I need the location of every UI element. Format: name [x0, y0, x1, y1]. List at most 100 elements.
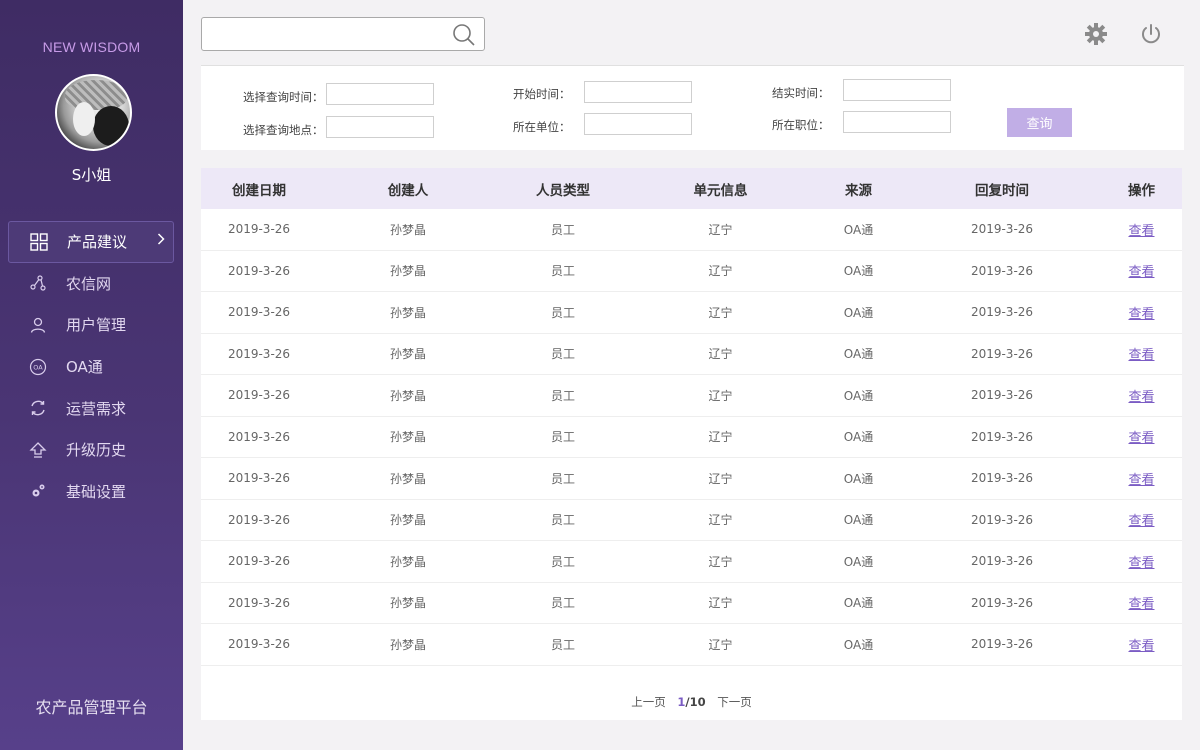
search-input[interactable] — [210, 18, 450, 50]
sidebar-item-operations[interactable]: 运营需求 — [8, 387, 174, 429]
brand-logo-text: NEW WISDOM — [42, 39, 141, 55]
created-date-cell: 2019-3-26 — [227, 222, 291, 237]
created-date-cell: 2019-3-26 — [227, 554, 291, 569]
creator-cell: 孙梦晶 — [389, 471, 426, 486]
created-date-cell: 2019-3-26 — [227, 637, 291, 652]
source-cell: OA通 — [843, 554, 874, 569]
reply-time-cell: 2019-3-26 — [970, 429, 1034, 444]
action-cell: 查看 — [1101, 220, 1182, 239]
reply-time-cell: 2019-3-26 — [970, 222, 1034, 237]
query-time-label: 选择查询时间： — [243, 90, 324, 104]
staff-type-cell: 员工 — [550, 222, 575, 237]
sidebar-item-oa[interactable]: OA OA通 — [8, 346, 174, 388]
sidebar-item-label: OA通 — [66, 358, 103, 377]
view-link[interactable]: 查看 — [1128, 556, 1154, 571]
view-link[interactable]: 查看 — [1128, 431, 1154, 446]
source-cell: OA通 — [843, 471, 874, 486]
position-label: 所在职位： — [772, 118, 830, 132]
unit-field[interactable] — [584, 113, 692, 135]
reply-time-cell: 2019-3-26 — [970, 554, 1034, 569]
table-header: 创建日期 创建人 人员类型 单元信息 来源 回复时间 操作 — [201, 168, 1182, 209]
creator-cell: 孙梦晶 — [389, 347, 426, 362]
search-icon[interactable] — [452, 23, 476, 51]
creator-cell: 孙梦晶 — [389, 513, 426, 528]
reply-time-cell: 2019-3-26 — [970, 595, 1034, 610]
source-cell: OA通 — [843, 513, 874, 528]
table-row: 2019-3-26 孙梦晶 员工 辽宁 OA通 2019-3-26 查看 — [201, 500, 1182, 541]
sidebar-item-label: 农信网 — [66, 274, 112, 293]
view-link[interactable]: 查看 — [1128, 473, 1154, 488]
chevron-right-icon — [157, 233, 165, 249]
reply-time-cell: 2019-3-26 — [970, 263, 1034, 278]
action-cell: 查看 — [1101, 427, 1182, 446]
query-place-field[interactable] — [326, 116, 434, 138]
unit-info-cell: 辽宁 — [708, 554, 733, 569]
view-link[interactable]: 查看 — [1128, 307, 1154, 322]
view-link[interactable]: 查看 — [1128, 514, 1154, 529]
created-date-cell: 2019-3-26 — [227, 471, 291, 486]
gear-icon[interactable] — [1083, 21, 1109, 47]
column-header[interactable]: 来源 — [814, 179, 903, 199]
column-header[interactable]: 创建日期 — [201, 179, 317, 199]
username: S小姐 — [71, 166, 112, 184]
staff-type-cell: 员工 — [550, 347, 575, 362]
view-link[interactable]: 查看 — [1128, 639, 1154, 654]
table-row: 2019-3-26 孙梦晶 员工 辽宁 OA通 2019-3-26 查看 — [201, 458, 1182, 500]
staff-type-cell: 员工 — [550, 637, 575, 652]
unit-info-cell: 辽宁 — [708, 513, 733, 528]
sidebar-item-user-management[interactable]: 用户管理 — [8, 304, 174, 346]
grid-icon — [29, 232, 49, 252]
view-link[interactable]: 查看 — [1128, 597, 1154, 612]
data-table: 创建日期 创建人 人员类型 单元信息 来源 回复时间 操作 2019-3-26 孙… — [201, 168, 1182, 720]
created-date-cell: 2019-3-26 — [227, 346, 291, 361]
unit-info-cell: 辽宁 — [708, 596, 733, 611]
pagination: 上一页 1/10 下一页 — [201, 694, 1182, 710]
view-link[interactable]: 查看 — [1128, 224, 1154, 239]
view-link[interactable]: 查看 — [1128, 390, 1154, 405]
prev-page-link[interactable]: 上一页 — [631, 695, 666, 709]
power-icon[interactable] — [1138, 21, 1164, 47]
view-link[interactable]: 查看 — [1128, 348, 1154, 363]
column-header[interactable]: 单元信息 — [627, 179, 814, 199]
unit-info-cell: 辽宁 — [708, 388, 733, 403]
view-link[interactable]: 查看 — [1128, 265, 1154, 280]
sidebar-item-basic-settings[interactable]: 基础设置 — [8, 471, 174, 513]
search-box[interactable] — [201, 17, 485, 51]
column-header[interactable]: 操作 — [1101, 179, 1182, 199]
staff-type-cell: 员工 — [550, 264, 575, 279]
source-cell: OA通 — [843, 388, 874, 403]
sidebar-nav: 产品建议 农信网 用户管理 OA OA通 运营需求 升级历史 基础设置 — [8, 221, 174, 512]
start-time-label: 开始时间： — [513, 87, 571, 101]
position-field[interactable] — [843, 111, 951, 133]
action-cell: 查看 — [1101, 552, 1182, 571]
gears-icon — [28, 481, 48, 501]
column-header[interactable]: 创建人 — [317, 179, 499, 199]
creator-cell: 孙梦晶 — [389, 264, 426, 279]
platform-title: 农产品管理平台 — [35, 698, 148, 717]
creator-cell: 孙梦晶 — [389, 222, 426, 237]
reply-time-cell: 2019-3-26 — [970, 346, 1034, 361]
column-header[interactable]: 人员类型 — [499, 179, 627, 199]
table-row: 2019-3-26 孙梦晶 员工 辽宁 OA通 2019-3-26 查看 — [201, 417, 1182, 458]
end-time-field[interactable] — [843, 79, 951, 101]
column-header[interactable]: 回复时间 — [903, 179, 1101, 199]
created-date-cell: 2019-3-26 — [227, 388, 291, 403]
sidebar-item-agri-network[interactable]: 农信网 — [8, 263, 174, 305]
refresh-icon — [28, 398, 48, 418]
next-page-link[interactable]: 下一页 — [717, 695, 752, 709]
unit-info-cell: 辽宁 — [708, 471, 733, 486]
staff-type-cell: 员工 — [550, 430, 575, 445]
start-time-field[interactable] — [584, 81, 692, 103]
total-pages: /10 — [685, 695, 706, 709]
query-button[interactable]: 查询 — [1007, 108, 1072, 137]
source-cell: OA通 — [843, 222, 874, 237]
avatar[interactable] — [55, 74, 132, 151]
staff-type-cell: 员工 — [550, 305, 575, 320]
table-row: 2019-3-26 孙梦晶 员工 辽宁 OA通 2019-3-26 查看 — [201, 292, 1182, 334]
action-cell: 查看 — [1101, 386, 1182, 405]
sidebar-item-product-suggestions[interactable]: 产品建议 — [8, 221, 174, 263]
query-time-field[interactable] — [326, 83, 434, 105]
sidebar-item-upgrade-history[interactable]: 升级历史 — [8, 429, 174, 471]
action-cell: 查看 — [1101, 261, 1182, 280]
sidebar-item-label: 升级历史 — [66, 441, 127, 460]
